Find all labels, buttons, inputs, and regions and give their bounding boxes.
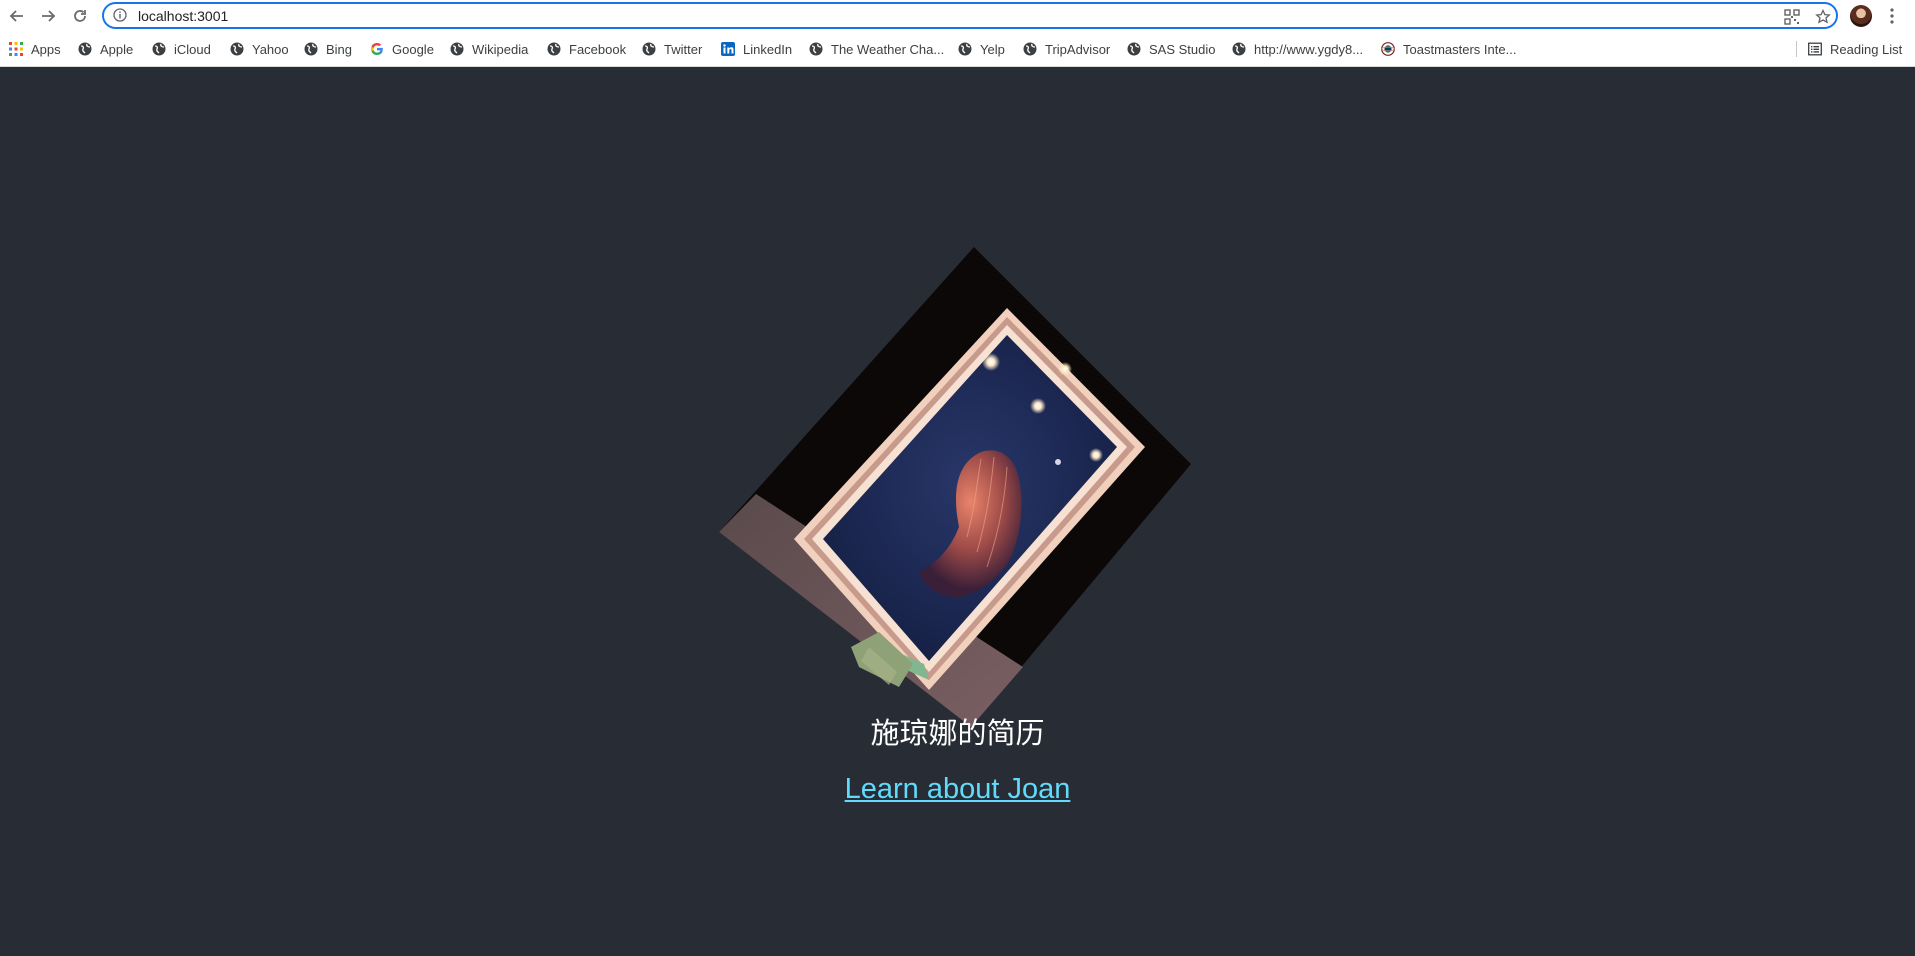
url-input[interactable] — [138, 8, 1638, 24]
arrow-left-icon — [9, 10, 23, 22]
reading-list-label: Reading List — [1830, 41, 1903, 57]
globe-icon — [809, 42, 823, 56]
bookmark-tripadvisor[interactable]: TripAdvisor — [1023, 39, 1110, 59]
bookmark-toastmasters[interactable]: Toastmasters Inte... — [1381, 39, 1516, 59]
bookmark-apple[interactable]: Apple — [78, 39, 133, 59]
bookmark-google[interactable]: Google — [370, 39, 434, 59]
globe-icon — [642, 42, 656, 56]
reload-button[interactable] — [68, 4, 92, 28]
globe-icon — [304, 42, 318, 56]
bookmark-label: Wikipedia — [472, 41, 529, 57]
bookmark-label: Bing — [326, 41, 353, 57]
page-title: 施琼娜的简历 — [870, 716, 1045, 750]
address-bar[interactable] — [102, 2, 1838, 29]
arrow-right-icon — [42, 10, 56, 22]
bookmark-sas-studio[interactable]: SAS Studio — [1127, 39, 1216, 59]
bookmark-label: TripAdvisor — [1045, 41, 1111, 57]
bookmark-label: Google — [392, 41, 434, 57]
bookmark-label: iCloud — [174, 41, 211, 57]
bookmark-label: Yelp — [980, 41, 1005, 57]
app-page: 施琼娜的简历 Learn about Joan — [0, 67, 1915, 956]
bookmark-twitter[interactable]: Twitter — [642, 39, 702, 59]
bookmark-yahoo[interactable]: Yahoo — [230, 39, 289, 59]
qr-code-icon[interactable] — [1784, 9, 1800, 25]
bookmark-weather[interactable]: The Weather Cha... — [809, 39, 944, 59]
globe-icon — [152, 42, 166, 56]
bookmark-label: Yahoo — [252, 41, 289, 57]
bookmark-yelp[interactable]: Yelp — [958, 39, 1005, 59]
reading-list-button[interactable]: Reading List — [1808, 39, 1902, 59]
linkedin-icon — [721, 42, 735, 56]
light-spot — [1089, 448, 1103, 462]
browser-toolbar — [0, 0, 1915, 32]
reading-list-icon — [1808, 42, 1822, 56]
light-spot — [1030, 398, 1046, 414]
google-icon — [370, 43, 383, 55]
bookmark-label: The Weather Cha... — [831, 41, 945, 57]
bookmark-label: Twitter — [664, 41, 703, 57]
browser-chrome: Apps Apple iCloud Yahoo Bing Google — [0, 0, 1915, 67]
bookmark-label: LinkedIn — [743, 41, 793, 57]
bookmark-linkedin[interactable]: LinkedIn — [721, 39, 792, 59]
bookmarks-separator — [1796, 41, 1797, 57]
bookmark-wikipedia[interactable]: Wikipedia — [450, 39, 528, 59]
bookmark-apps[interactable]: Apps — [9, 39, 61, 59]
profile-avatar[interactable] — [1850, 5, 1872, 27]
back-button[interactable] — [5, 4, 29, 28]
forward-button[interactable] — [36, 4, 60, 28]
bookmark-label: Apple — [100, 41, 134, 57]
globe-icon — [958, 42, 972, 56]
bookmark-label: Apps — [31, 41, 61, 57]
bookmark-label: http://www.ygdy8... — [1254, 41, 1364, 57]
globe-icon — [78, 42, 92, 56]
more-menu-icon[interactable] — [1885, 6, 1899, 26]
learn-about-joan-link[interactable]: Learn about Joan — [0, 773, 1915, 806]
globe-icon — [1232, 42, 1246, 56]
light-spot — [1055, 459, 1061, 465]
light-spot — [1058, 362, 1072, 376]
bookmarks-bar: Apps Apple iCloud Yahoo Bing Google Wiki… — [0, 37, 1915, 61]
bookmark-star-icon[interactable] — [1815, 9, 1831, 25]
bookmark-ygdy8[interactable]: http://www.ygdy8... — [1232, 39, 1363, 59]
light-spot — [982, 353, 1000, 371]
bookmark-facebook[interactable]: Facebook — [547, 39, 626, 59]
globe-icon — [230, 42, 244, 56]
bookmark-label: Facebook — [569, 41, 627, 57]
rotated-photo-logo — [719, 247, 1191, 727]
apps-grid-icon — [9, 42, 23, 56]
bookmark-icloud[interactable]: iCloud — [152, 39, 211, 59]
reload-icon — [74, 10, 86, 22]
site-info-icon[interactable] — [113, 8, 127, 22]
bookmark-label: SAS Studio — [1149, 41, 1216, 57]
bookmark-label: Toastmasters Inte... — [1403, 41, 1517, 57]
globe-icon — [450, 42, 464, 56]
toastmasters-icon — [1381, 42, 1395, 56]
globe-icon — [547, 42, 561, 56]
globe-icon — [1127, 42, 1141, 56]
globe-icon — [1023, 42, 1037, 56]
bookmark-bing[interactable]: Bing — [304, 39, 352, 59]
